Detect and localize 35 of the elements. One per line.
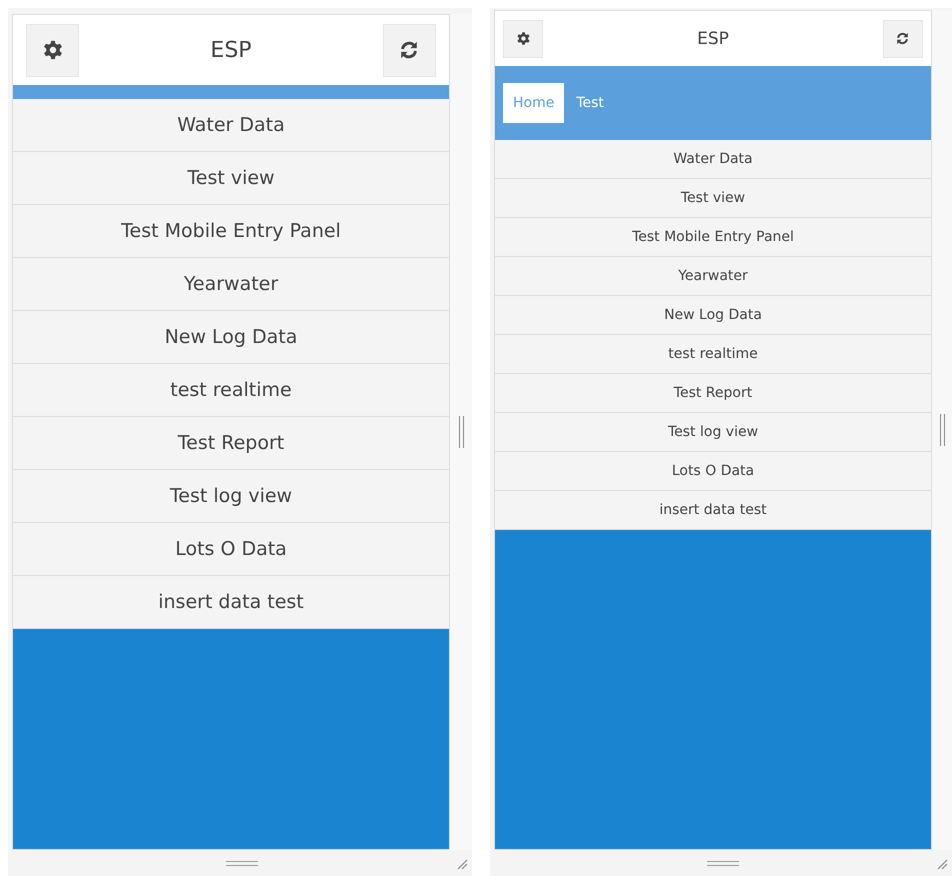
- list-item[interactable]: New Log Data: [13, 311, 449, 364]
- list-item[interactable]: Test view: [13, 152, 449, 205]
- resize-corner-icon[interactable]: [936, 858, 948, 870]
- refresh-button[interactable]: [882, 20, 923, 58]
- resize-corner-icon[interactable]: [456, 858, 468, 870]
- settings-button[interactable]: [26, 24, 79, 76]
- list-item[interactable]: insert data test: [13, 576, 449, 629]
- list-item[interactable]: Water Data: [13, 99, 449, 152]
- list-item[interactable]: Test log view: [13, 470, 449, 523]
- refresh-button[interactable]: [382, 24, 436, 76]
- list-item[interactable]: Lots O Data: [13, 523, 449, 576]
- settings-icon: [42, 39, 64, 61]
- list-item[interactable]: Yearwater: [13, 258, 449, 311]
- list-item[interactable]: Test Mobile Entry Panel: [13, 205, 449, 258]
- list-item[interactable]: Test view: [495, 179, 931, 218]
- app-title: ESP: [210, 38, 252, 62]
- list-item[interactable]: Test Report: [495, 374, 931, 413]
- list-item[interactable]: New Log Data: [495, 296, 931, 335]
- list-item[interactable]: insert data test: [495, 491, 931, 530]
- vertical-resize-handle[interactable]: [458, 416, 464, 448]
- list-item[interactable]: Lots O Data: [495, 452, 931, 491]
- refresh-icon: [895, 31, 910, 46]
- vertical-resize-handle[interactable]: [940, 414, 944, 446]
- list-item[interactable]: Test Mobile Entry Panel: [495, 218, 931, 257]
- settings-button[interactable]: [503, 20, 543, 58]
- app-title: ESP: [697, 28, 729, 48]
- horizontal-resize-handle[interactable]: [707, 860, 739, 866]
- list-item[interactable]: Water Data: [495, 140, 931, 179]
- list-item[interactable]: Yearwater: [495, 257, 931, 296]
- list-item[interactable]: Test log view: [495, 413, 931, 452]
- list-item[interactable]: test realtime: [13, 364, 449, 417]
- list-item[interactable]: Test Report: [13, 417, 449, 470]
- horizontal-resize-handle[interactable]: [226, 860, 258, 866]
- settings-icon: [516, 31, 530, 46]
- list-item[interactable]: test realtime: [495, 335, 931, 374]
